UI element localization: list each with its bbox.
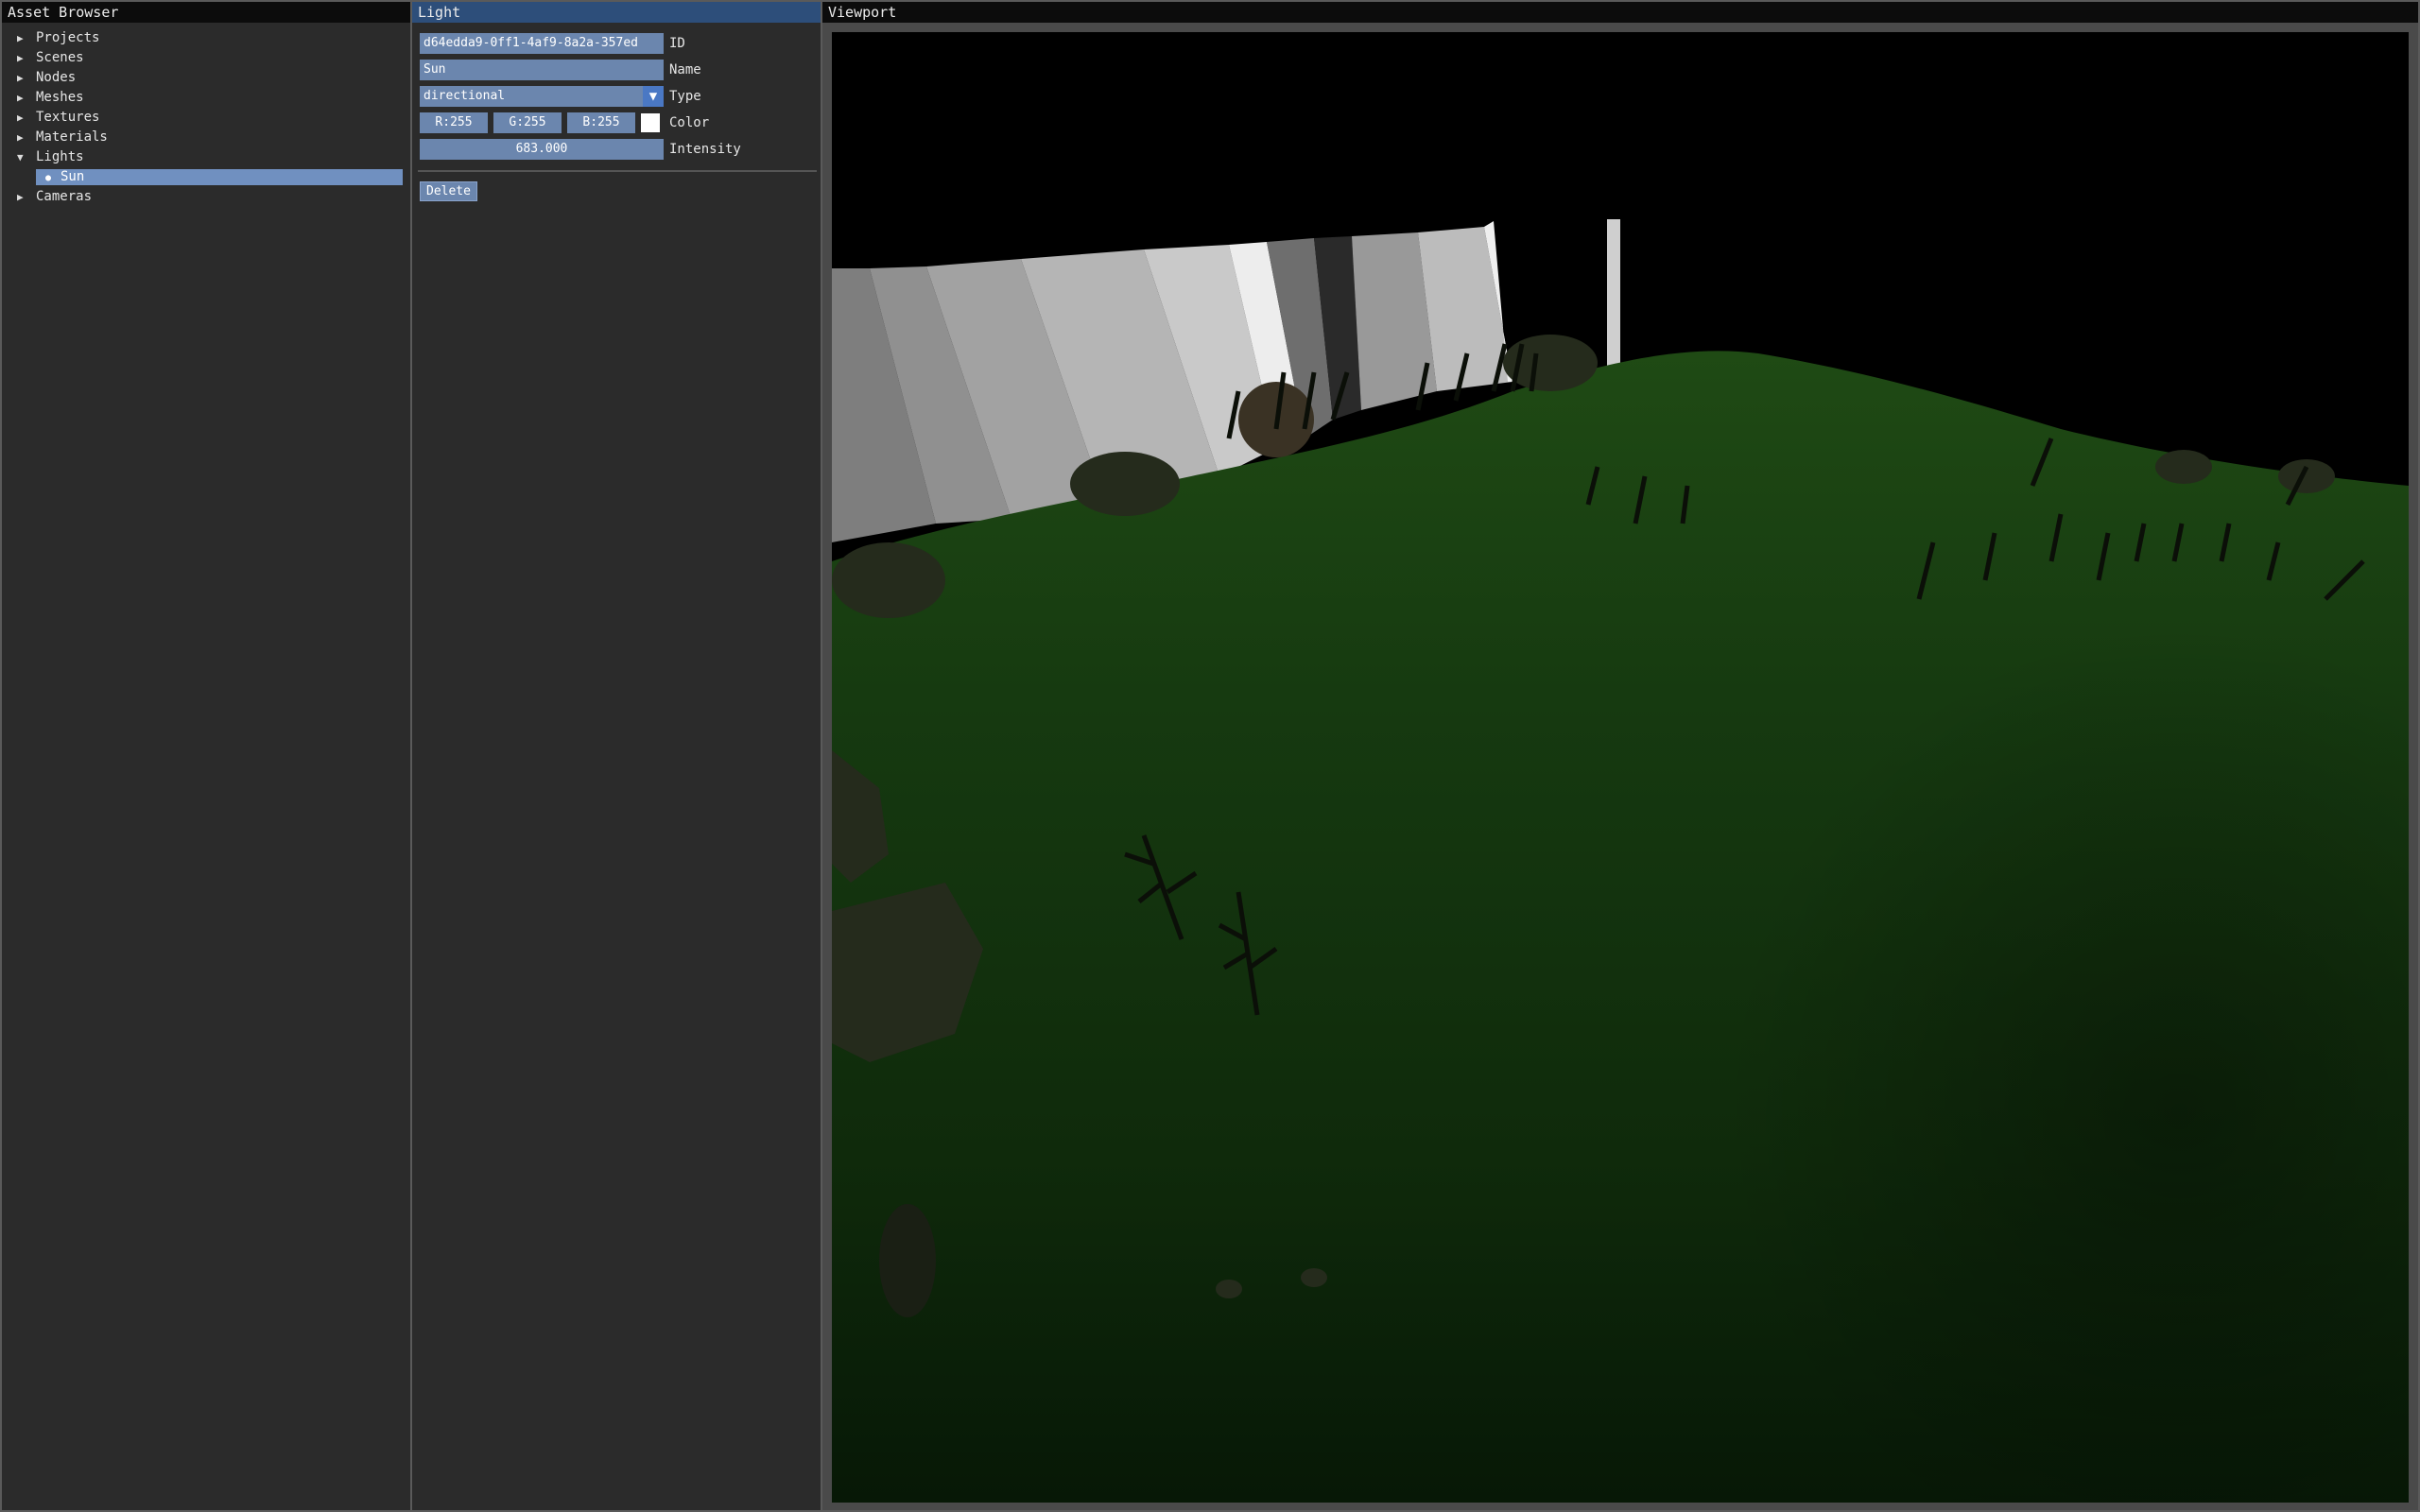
tree-item-cameras[interactable]: ▶ Cameras: [2, 187, 410, 207]
tree-item-label: Textures: [36, 110, 100, 125]
viewport-panel: Viewport: [821, 0, 2420, 1512]
viewport-canvas[interactable]: [832, 32, 2409, 1503]
bullet-icon: ●: [45, 173, 52, 183]
tree-item-materials[interactable]: ▶ Materials: [2, 128, 410, 147]
tree-item-textures[interactable]: ▶ Textures: [2, 108, 410, 128]
triangle-right-icon: ▶: [17, 112, 24, 124]
tree-item-nodes[interactable]: ▶ Nodes: [2, 68, 410, 88]
tree-item-meshes[interactable]: ▶ Meshes: [2, 88, 410, 108]
triangle-right-icon: ▶: [17, 32, 24, 44]
asset-tree: ▶ Projects ▶ Scenes ▶ Nodes ▶ Meshes ▶ Textur…: [2, 23, 410, 207]
color-b-field[interactable]: B:255: [567, 112, 635, 133]
tree-item-label: Cameras: [36, 189, 93, 204]
id-label: ID: [669, 36, 685, 51]
tree-item-lights[interactable]: ▼ Lights: [2, 147, 410, 167]
id-field[interactable]: d64edda9-0ff1-4af9-8a2a-357ed: [420, 33, 664, 54]
tree-item-label: Materials: [36, 129, 108, 145]
scene-render: [832, 32, 2409, 1503]
tree-item-label: Meshes: [36, 90, 84, 105]
color-swatch[interactable]: [641, 113, 660, 132]
tree-item-label: Lights: [36, 149, 84, 164]
light-panel-title[interactable]: Light: [412, 2, 821, 23]
tree-item-sun-selected[interactable]: ● Sun: [36, 169, 403, 185]
id-row: d64edda9-0ff1-4af9-8a2a-357ed ID: [420, 30, 821, 57]
intensity-row: 683.000 Intensity: [420, 136, 821, 163]
tree-child-label: Sun: [60, 169, 85, 184]
asset-browser-title[interactable]: Asset Browser: [2, 2, 410, 23]
triangle-right-icon: ▶: [17, 72, 24, 84]
intensity-label: Intensity: [669, 142, 741, 157]
name-row: Sun Name: [420, 57, 821, 83]
tree-item-label: Scenes: [36, 50, 84, 65]
name-field[interactable]: Sun: [420, 60, 664, 80]
triangle-down-icon: ▼: [17, 151, 24, 163]
color-r-field[interactable]: R:255: [420, 112, 488, 133]
tree-item-label: Nodes: [36, 70, 77, 85]
type-dropdown[interactable]: directional ▼: [420, 86, 664, 107]
triangle-right-icon: ▶: [17, 92, 24, 104]
intensity-slider[interactable]: 683.000: [420, 139, 664, 160]
triangle-right-icon: ▶: [17, 52, 24, 64]
triangle-right-icon: ▶: [17, 191, 24, 203]
type-value: directional: [420, 86, 643, 107]
name-label: Name: [669, 62, 701, 77]
delete-button[interactable]: Delete: [420, 181, 477, 201]
tree-item-scenes[interactable]: ▶ Scenes: [2, 48, 410, 68]
viewport-title[interactable]: Viewport: [822, 2, 2418, 23]
light-properties-panel: Light d64edda9-0ff1-4af9-8a2a-357ed ID S…: [410, 0, 822, 1512]
tree-item-projects[interactable]: ▶ Projects: [2, 28, 410, 48]
type-row: directional ▼ Type: [420, 83, 821, 110]
color-label: Color: [669, 115, 710, 130]
chevron-down-icon[interactable]: ▼: [643, 86, 664, 107]
tree-item-label: Projects: [36, 30, 100, 45]
color-row: R:255 G:255 B:255 Color: [420, 110, 821, 136]
separator: [418, 170, 817, 172]
triangle-right-icon: ▶: [17, 131, 24, 144]
color-g-field[interactable]: G:255: [493, 112, 562, 133]
asset-browser-panel: Asset Browser ▶ Projects ▶ Scenes ▶ Nodes ▶…: [0, 0, 412, 1512]
type-label: Type: [669, 89, 701, 104]
